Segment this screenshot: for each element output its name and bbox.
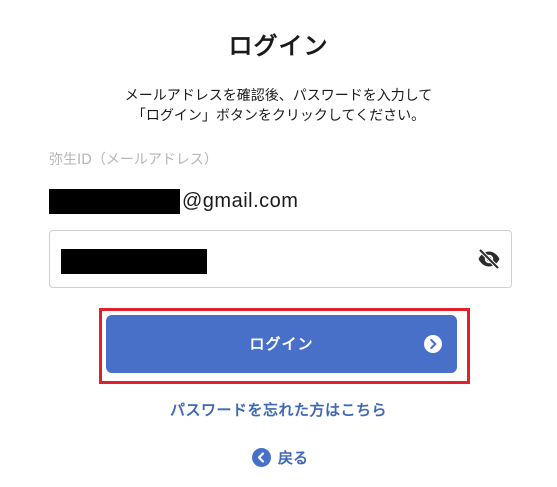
yayoi-id-value: @gmail.com <box>49 186 298 216</box>
redacted-password <box>61 249 207 274</box>
instructions-line-2: 「ログイン」ボタンをクリックしてください。 <box>131 108 426 124</box>
page-title: ログイン <box>228 32 329 60</box>
email-domain: @gmail.com <box>182 189 299 212</box>
chevron-left-circle-icon <box>252 447 271 467</box>
forgot-password-link[interactable]: パスワードを忘れた方はこちら <box>0 399 557 420</box>
back-link-label: 戻る <box>278 448 309 467</box>
chevron-right-circle-icon <box>424 335 442 353</box>
instructions: メールアドレスを確認後、パスワードを入力して 「ログイン」ボタンをクリックしてく… <box>0 86 557 126</box>
redacted-email-local-part <box>49 188 180 214</box>
yayoi-id-label: 弥生ID（メールアドレス） <box>49 152 218 168</box>
login-button-label: ログイン <box>249 335 314 353</box>
eye-slash-icon[interactable] <box>477 247 501 271</box>
login-button[interactable]: ログイン <box>106 315 457 373</box>
password-field[interactable] <box>49 230 512 288</box>
instructions-line-1: メールアドレスを確認後、パスワードを入力して <box>124 88 433 104</box>
back-link[interactable]: 戻る <box>252 445 308 469</box>
